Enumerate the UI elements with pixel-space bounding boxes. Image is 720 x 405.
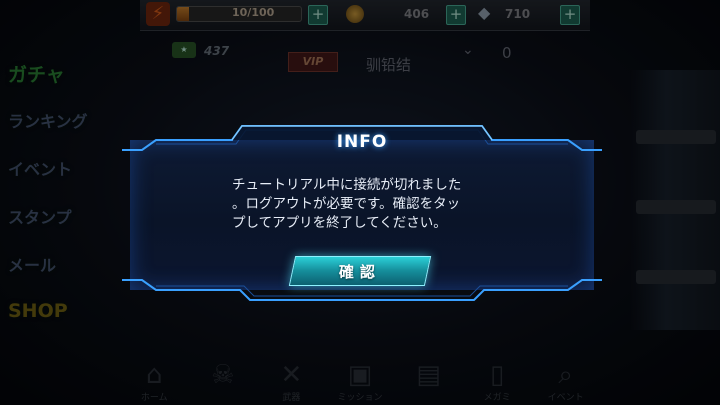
message-line: チュートリアル中に接続が切れました — [232, 177, 462, 193]
confirm-button[interactable]: 確認 — [288, 256, 432, 286]
message-line: プしてアプリを終了してください。 — [232, 215, 447, 231]
dialog-title: INFO — [336, 132, 388, 152]
message-line: 。ログアウトが必要です。確認をタッ — [232, 196, 461, 212]
confirm-button-label: 確認 — [338, 263, 381, 281]
dialog-message: チュートリアル中に接続が切れました 。ログアウトが必要です。確認をタッ プしてア… — [232, 176, 492, 233]
game-screen: ⚡ 10/100 + 406 + ◆ 710 + ★ 437 VIP 驯铅结 ⌄… — [0, 0, 720, 405]
info-dialog: INFO チュートリアル中に接続が切れました 。ログアウトが必要です。確認をタッ… — [120, 120, 604, 310]
